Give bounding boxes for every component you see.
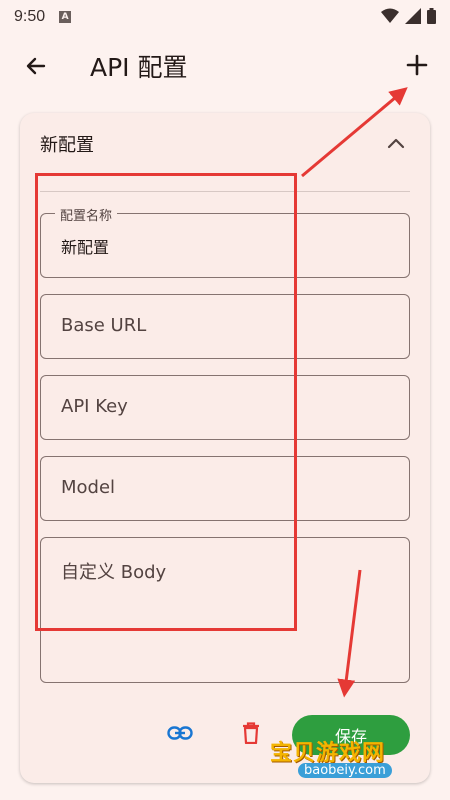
battery-icon — [427, 8, 436, 24]
trash-icon — [243, 722, 259, 744]
arrow-left-icon — [26, 57, 46, 75]
config-card-title: 新配置 — [40, 135, 94, 156]
watermark-logo: 宝贝游戏网 baobeiy.com — [270, 735, 430, 785]
status-icons — [381, 8, 436, 24]
annotation-highlight-box — [35, 173, 297, 631]
status-bar: 9:50 A — [0, 0, 450, 34]
back-button[interactable] — [22, 52, 50, 80]
wifi-icon — [381, 8, 399, 23]
watermark-url: baobeiy.com — [298, 763, 392, 778]
link-icon — [167, 726, 193, 740]
signal-icon — [405, 8, 421, 24]
app-bar: API 配置 — [0, 36, 450, 96]
page-title: API 配置 — [90, 53, 188, 82]
delete-button[interactable] — [239, 719, 263, 747]
chevron-up-icon — [387, 138, 405, 149]
notification-a-icon: A — [59, 11, 72, 23]
test-connection-button[interactable] — [166, 721, 194, 745]
add-config-button[interactable] — [402, 50, 432, 80]
plus-icon — [406, 54, 428, 76]
status-time: 9:50 — [14, 8, 46, 25]
collapse-button[interactable] — [384, 131, 408, 155]
